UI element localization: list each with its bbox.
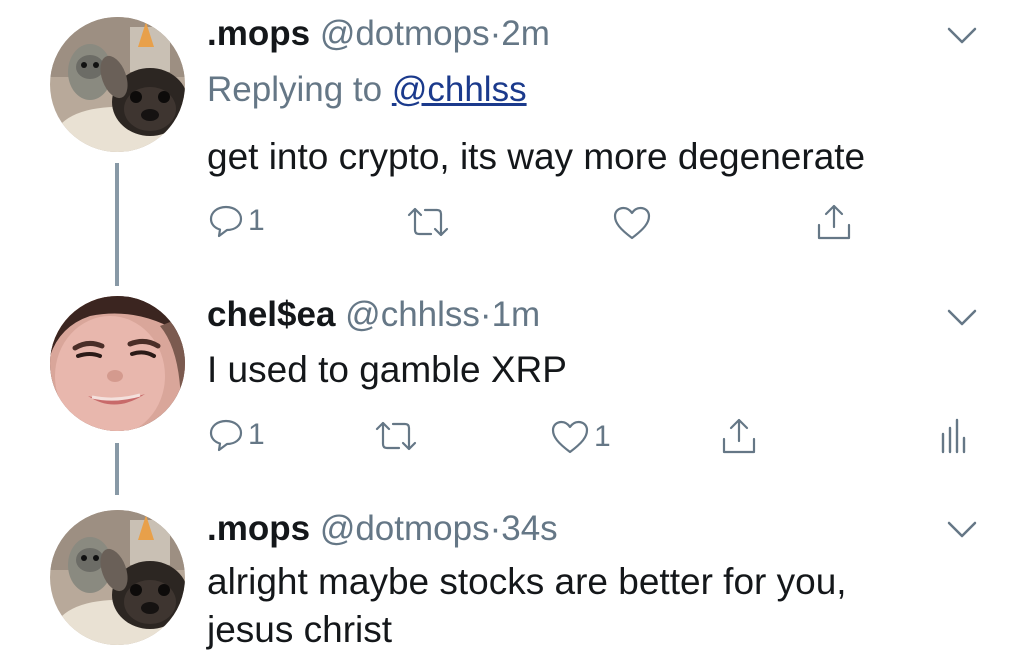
avatar-dotmops[interactable] (50, 17, 185, 152)
timestamp[interactable]: 2m (501, 14, 550, 53)
heart-icon (551, 420, 589, 454)
avatar-chhlss[interactable] (50, 296, 185, 431)
display-name[interactable]: .mops (207, 14, 310, 53)
retweet-button[interactable] (405, 206, 451, 238)
timestamp[interactable]: 34s (501, 509, 557, 548)
like-count: 1 (594, 420, 611, 453)
share-button[interactable] (815, 203, 853, 241)
like-button[interactable]: 1 (550, 419, 611, 455)
separator-dot: · (479, 295, 492, 334)
tweet-header: .mops @dotmops·34s (207, 507, 558, 551)
selfie-avatar-image (50, 296, 185, 431)
analytics-button[interactable] (940, 418, 966, 454)
reply-button[interactable]: 1 (208, 204, 265, 238)
display-name[interactable]: chel$ea (207, 295, 335, 334)
share-icon (817, 204, 851, 240)
reply-button[interactable]: 1 (208, 418, 265, 452)
pug-avatar-image (50, 510, 185, 645)
thread-line (115, 163, 119, 286)
avatar-dotmops[interactable] (50, 510, 185, 645)
reply-icon (209, 205, 243, 238)
replying-to-line: Replying to @chhlss (207, 68, 527, 112)
retweet-button[interactable] (373, 420, 419, 452)
tweet-2[interactable]: chel$ea @chhlss·1m I used to gamble XRP … (0, 290, 1023, 500)
tweet-text: get into crypto, its way more degenerate (207, 136, 866, 177)
pug-avatar-image (50, 17, 185, 152)
analytics-icon (941, 418, 966, 454)
share-button[interactable] (720, 417, 758, 455)
display-name[interactable]: .mops (207, 509, 310, 548)
reply-icon (209, 419, 243, 452)
separator-dot: · (489, 509, 502, 548)
tweet-3[interactable]: .mops @dotmops·34s alright maybe stocks … (0, 500, 1023, 669)
reply-count: 1 (248, 418, 265, 451)
user-handle[interactable]: @dotmops (320, 14, 490, 53)
tweet-text-line: alright maybe stocks are better for you, (207, 561, 847, 602)
thread-line (115, 443, 119, 495)
tweet-header: chel$ea @chhlss·1m (207, 293, 540, 337)
like-button[interactable] (612, 205, 652, 241)
timestamp[interactable]: 1m (492, 295, 541, 334)
tweet-text: I used to gamble XRP (207, 349, 567, 390)
tweet-text: alright maybe stocks are better for you,… (207, 558, 967, 654)
retweet-icon (375, 421, 417, 451)
user-handle[interactable]: @dotmops (320, 509, 490, 548)
chevron-down-icon[interactable] (944, 518, 980, 542)
thread-view: { "tweets": [ { "display_name": ".mops",… (0, 0, 1023, 669)
chevron-down-icon[interactable] (944, 24, 980, 48)
replying-to-link[interactable]: @chhlss (392, 70, 527, 109)
chevron-down-icon[interactable] (944, 306, 980, 330)
tweet-text-line: jesus christ (207, 609, 393, 650)
reply-count: 1 (248, 204, 265, 237)
tweet-1[interactable]: .mops @dotmops·2m Replying to @chhlss ge… (0, 0, 1023, 290)
share-icon (722, 418, 756, 454)
separator-dot: · (489, 14, 502, 53)
tweet-header: .mops @dotmops·2m (207, 12, 550, 56)
heart-icon (613, 206, 651, 240)
replying-to-label: Replying to (207, 70, 383, 109)
retweet-icon (407, 207, 449, 237)
user-handle[interactable]: @chhlss (345, 295, 480, 334)
